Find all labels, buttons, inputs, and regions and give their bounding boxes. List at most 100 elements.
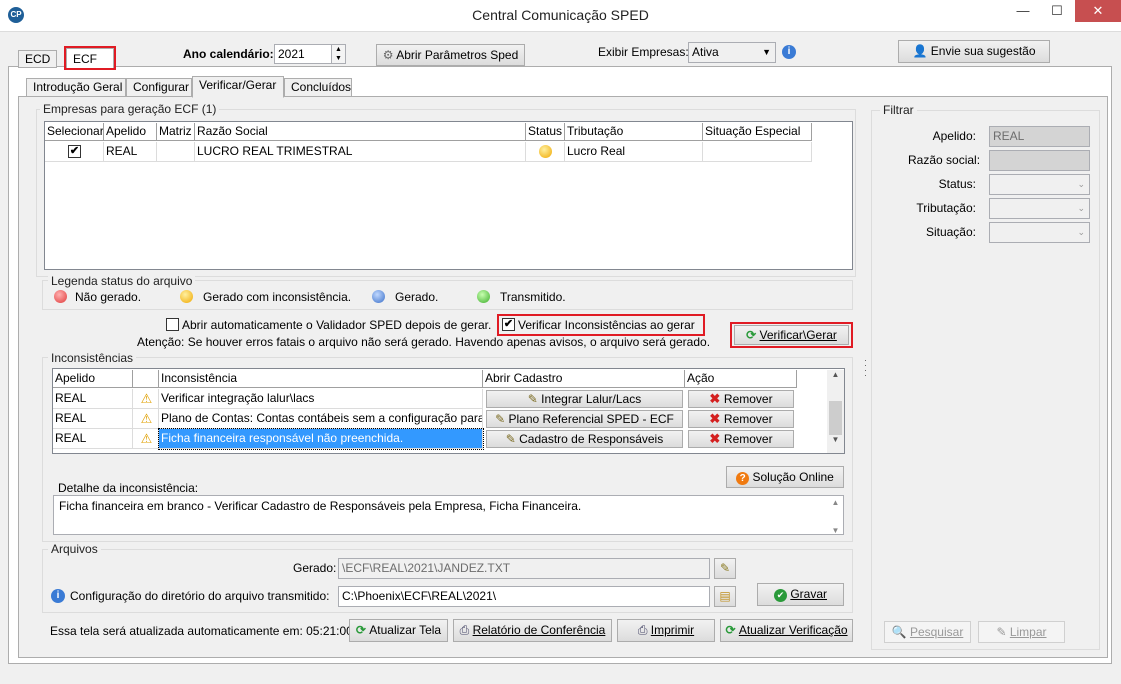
legend-label-inconsistencia: Gerado com inconsistência. [203, 290, 352, 304]
gravar-button[interactable]: ✔ Gravar [757, 583, 844, 606]
scroll-down-icon[interactable]: ▼ [827, 435, 844, 444]
imprimir-label: Imprimir [650, 623, 695, 637]
tab-verificar-gerar[interactable]: Verificar/Gerar [192, 76, 284, 98]
print-icon: ⎙ [459, 623, 473, 637]
refresh-icon: ⟳ [725, 623, 739, 637]
remover-label: Remover [723, 412, 773, 426]
atencao-text: Atenção: Se houver erros fatais o arquiv… [137, 335, 711, 349]
relatorio-label: Relatório de Conferência [472, 623, 606, 637]
filtro-razao-input[interactable] [989, 150, 1090, 171]
col-apelido[interactable]: Apelido [104, 123, 157, 141]
filtro-situacao-select[interactable]: ⌄ [989, 222, 1090, 243]
config-dir-label: Configuração do diretório do arquivo tra… [70, 589, 330, 603]
auto-validador-label[interactable]: Abrir automaticamente o Validador SPED d… [182, 318, 491, 332]
tab-ecd[interactable]: ECD [18, 50, 58, 68]
refresh-icon: ⟳ [355, 623, 370, 637]
edit-file-icon[interactable]: ✎ [714, 558, 736, 579]
col-razao-social[interactable]: Razão Social [195, 123, 526, 141]
print-icon: ⎙ [637, 623, 651, 637]
cadastro-responsaveis-label: Cadastro de Responsáveis [519, 432, 664, 446]
tab-configurar[interactable]: Configurar [126, 78, 192, 97]
inc-row-text[interactable]: Plano de Contas: Contas contábeis sem a … [159, 409, 483, 429]
verificar-gerar-button[interactable]: ⟳ Verificar\Gerar [734, 325, 849, 345]
filtro-apelido-input[interactable]: REAL [989, 126, 1090, 147]
open-params-button[interactable]: ⚙ Abrir Parâmetros Sped [376, 44, 525, 66]
exibir-select[interactable]: Ativa ▼ [688, 42, 776, 63]
inc-col-abrir-cadastro[interactable]: Abrir Cadastro [483, 370, 685, 388]
row-checkbox[interactable]: ✔ [68, 145, 81, 158]
filtro-tributacao-label: Tributação: [916, 201, 976, 215]
filtro-tributacao-select[interactable]: ⌄ [989, 198, 1090, 219]
remover-label: Remover [723, 432, 773, 446]
eraser-icon: ✎ [996, 625, 1010, 639]
exibir-label: Exibir Empresas: [598, 45, 689, 59]
verificar-inconsistencias-checkbox[interactable]: ✔ [502, 318, 515, 331]
suggest-label: Envie sua sugestão [930, 44, 1036, 58]
remover-button[interactable]: ✖ Remover [688, 410, 794, 428]
inc-row-text[interactable]: Verificar integração lalur\lacs [159, 389, 483, 409]
integrar-lalur-button[interactable]: ✎ Integrar Lalur/Lacs [486, 390, 683, 408]
inc-col-inconsistencia[interactable]: Inconsistência [159, 370, 483, 388]
remover-button[interactable]: ✖ Remover [688, 430, 794, 448]
atualizar-tela-button[interactable]: ⟳ Atualizar Tela [349, 619, 448, 642]
minimize-button[interactable]: — [1006, 0, 1040, 22]
inc-col-acao[interactable]: Ação [685, 370, 797, 388]
atualizar-tela-label: Atualizar Tela [369, 623, 442, 637]
col-tributacao[interactable]: Tributação [565, 123, 703, 141]
legend-yellow-icon [180, 290, 193, 303]
scroll-up-icon[interactable]: ▲ [827, 370, 844, 379]
user-icon: 👤 [912, 44, 931, 58]
col-status[interactable]: Status [526, 123, 565, 141]
verificar-inconsistencias-label[interactable]: Verificar Inconsistências ao gerar [518, 318, 695, 332]
col-matriz[interactable]: Matriz [157, 123, 195, 141]
inc-scrollbar[interactable]: ▲ ▼ [827, 370, 844, 453]
arquivos-title: Arquivos [48, 542, 101, 556]
edit-icon: ✎ [527, 392, 542, 406]
row-situacao [703, 142, 812, 162]
info-icon[interactable]: i [782, 45, 796, 59]
suggest-button[interactable]: 👤 Envie sua sugestão [898, 40, 1050, 63]
status-yellow-icon [539, 145, 552, 158]
row-status-cell [526, 142, 565, 162]
inc-row-text-selected[interactable]: Ficha financeira responsável não preench… [158, 428, 484, 450]
legend-label-nao-gerado: Não gerado. [75, 290, 142, 304]
detalhe-textarea[interactable]: Ficha financeira em branco - Verificar C… [53, 495, 844, 535]
legend-label-gerado: Gerado. [395, 290, 439, 304]
maximize-button[interactable]: ☐ [1040, 0, 1074, 22]
inc-row-apelido: REAL [53, 409, 133, 429]
col-selecionar[interactable]: Selecionar [45, 123, 104, 141]
inc-col-apelido[interactable]: Apelido [53, 370, 133, 388]
relatorio-button[interactable]: ⎙ Relatório de Conferência [453, 619, 612, 642]
plano-referencial-label: Plano Referencial SPED - ECF [508, 412, 674, 426]
remover-button[interactable]: ✖ Remover [688, 390, 794, 408]
tab-introducao[interactable]: Introdução Geral [26, 78, 126, 97]
remover-label: Remover [723, 392, 773, 406]
filtro-status-select[interactable]: ⌄ [989, 174, 1090, 195]
legend-green-icon [477, 290, 490, 303]
tab-ecf-highlight [64, 46, 116, 70]
table-row-select-cell[interactable]: ✔ [45, 142, 104, 162]
auto-validador-checkbox[interactable] [166, 318, 179, 331]
edit-icon: ✎ [495, 412, 509, 426]
solucao-online-button[interactable]: ? Solução Online [726, 466, 844, 488]
limpar-button[interactable]: ✎ Limpar [978, 621, 1065, 643]
splitter-handle[interactable]: · · · · [864, 356, 867, 380]
cadastro-responsaveis-button[interactable]: ✎ Cadastro de Responsáveis [486, 430, 683, 448]
inc-col-icon[interactable] [133, 370, 159, 388]
close-button[interactable]: ✕ [1075, 0, 1121, 22]
row-matriz [157, 142, 195, 162]
config-dir-field[interactable]: C:\Phoenix\ECF\REAL\2021\ [338, 586, 710, 607]
plano-referencial-button[interactable]: ✎ Plano Referencial SPED - ECF [486, 410, 683, 428]
folder-icon[interactable]: ▤ [714, 586, 736, 607]
scroll-thumb[interactable] [829, 401, 842, 435]
tab-concluidos[interactable]: Concluídos [284, 78, 352, 97]
pesquisar-button[interactable]: 🔍 Pesquisar [884, 621, 971, 643]
detalhe-scrollbar[interactable]: ▲ ▼ [828, 496, 843, 535]
filtrar-title: Filtrar [880, 103, 917, 117]
col-situacao-especial[interactable]: Situação Especial [703, 123, 812, 141]
imprimir-button[interactable]: ⎙ Imprimir [617, 619, 715, 642]
gerado-label: Gerado: [293, 561, 337, 575]
year-spinner[interactable]: ▲ ▼ [331, 45, 345, 63]
filtro-apelido-label: Apelido: [932, 129, 976, 143]
atualizar-verificacao-button[interactable]: ⟳ Atualizar Verificação [720, 619, 853, 642]
